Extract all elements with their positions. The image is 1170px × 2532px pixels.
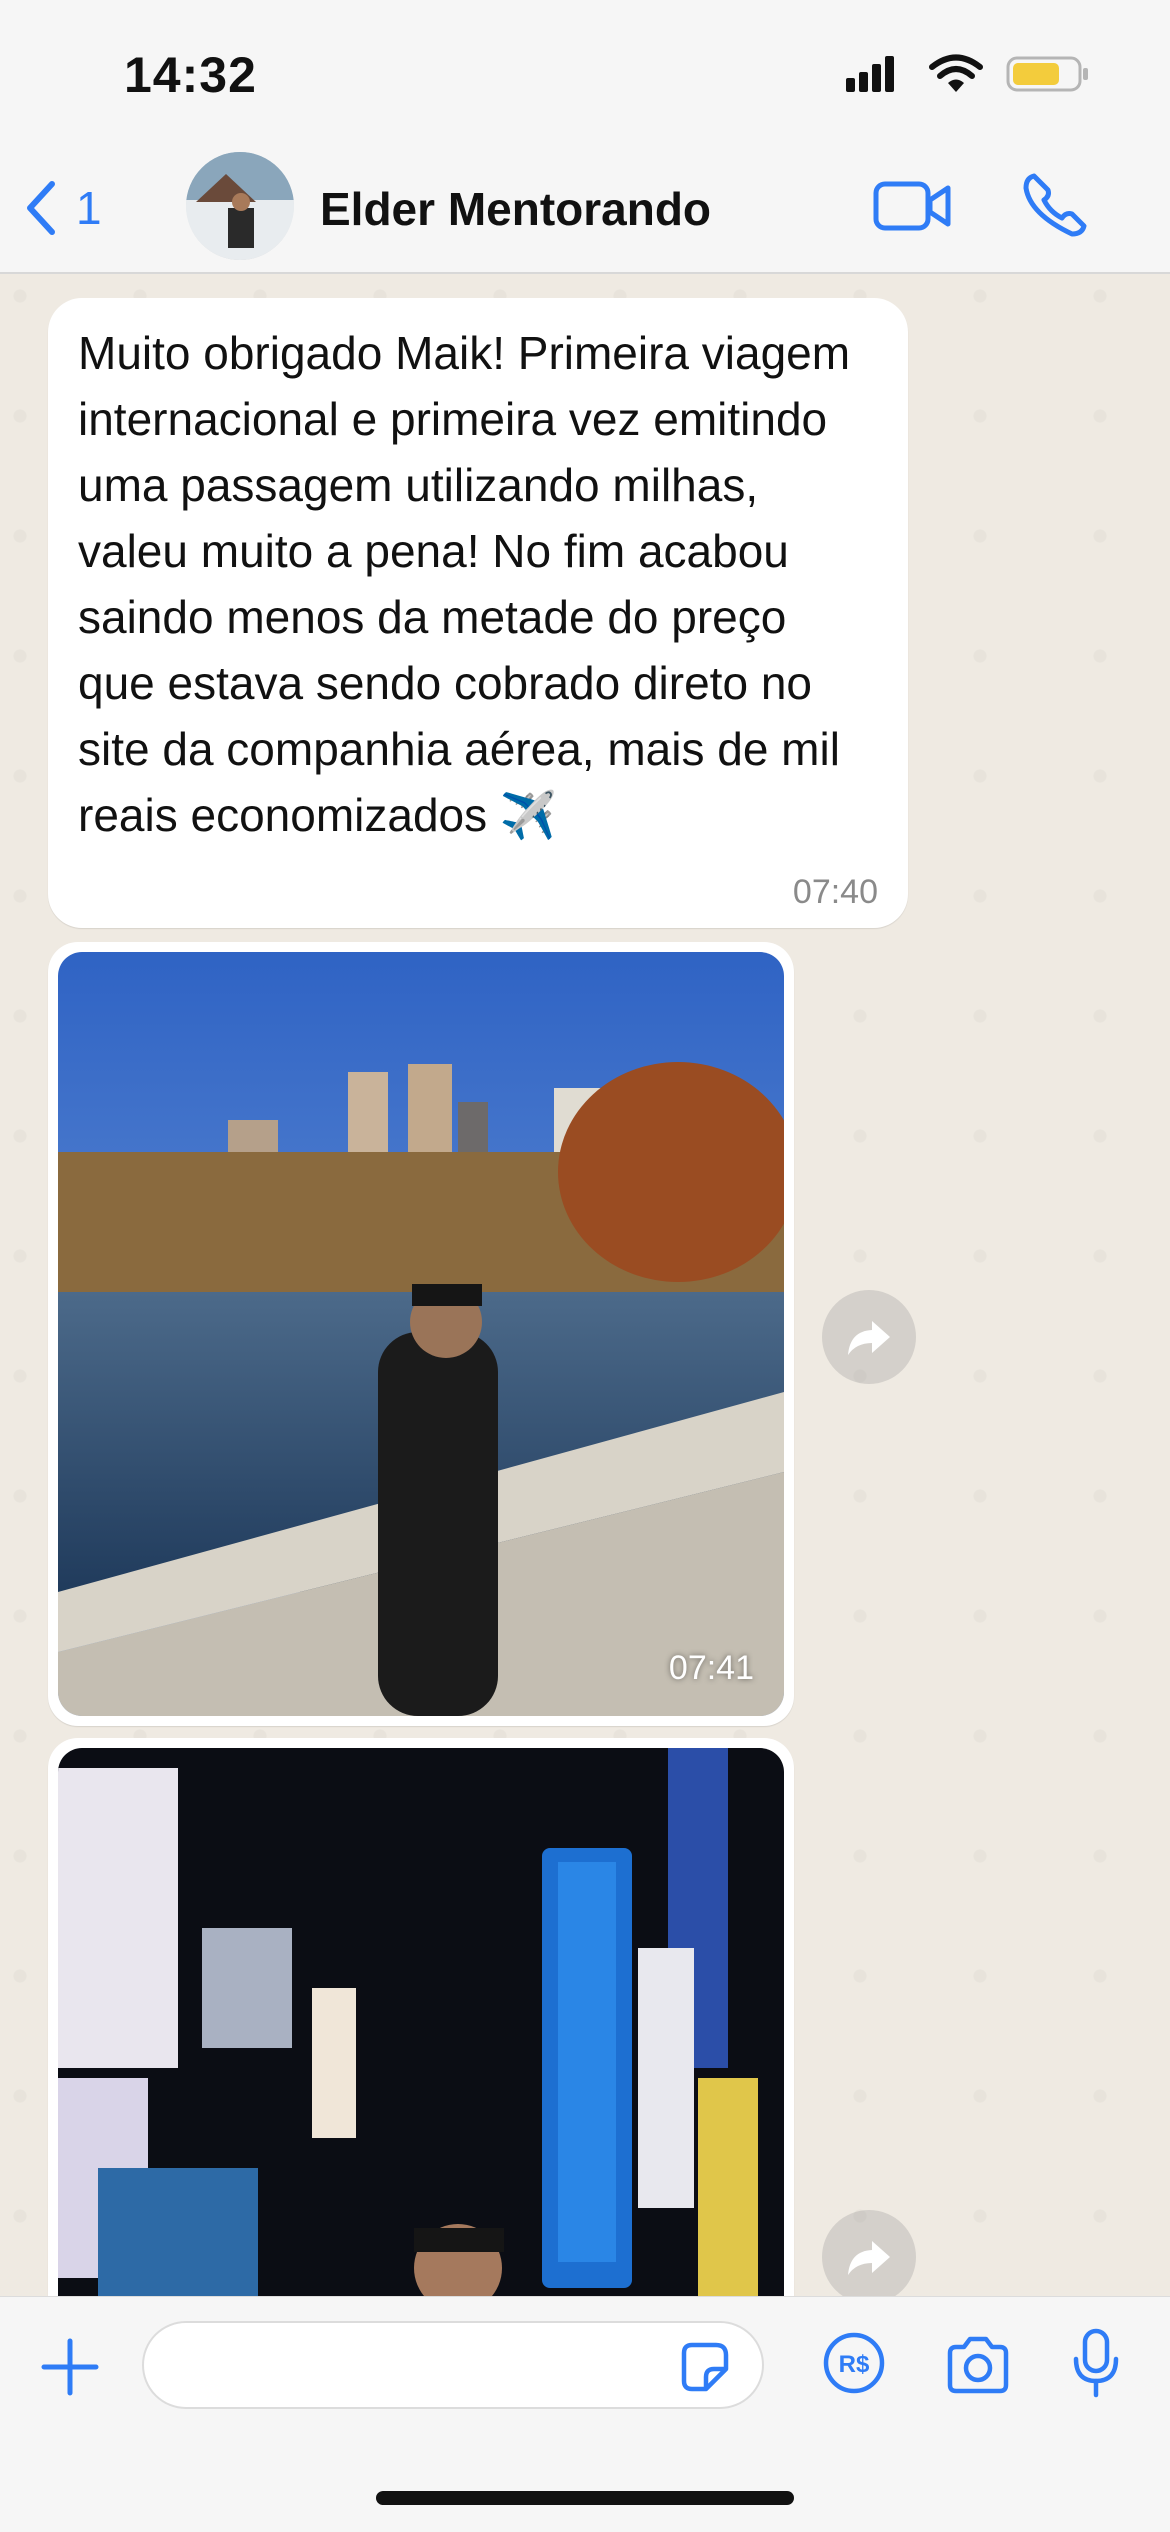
back-button[interactable]: 1 (24, 180, 102, 236)
signal-icon (846, 56, 894, 92)
status-bar: 14:32 (0, 0, 1170, 140)
sticker-icon[interactable] (676, 2339, 732, 2395)
wifi-icon (929, 54, 983, 92)
chat-area[interactable]: Muito obrigado Maik! Primeira viagem int… (0, 276, 1170, 2296)
composer-bar: R$ (0, 2296, 1170, 2532)
message-text: Muito obrigado Maik! Primeira viagem int… (78, 327, 851, 841)
contact-name[interactable]: Elder Mentorando (320, 182, 711, 236)
photo-central-park[interactable]: 07:41 (58, 952, 784, 1716)
microphone-icon[interactable] (1070, 2327, 1122, 2399)
camera-icon[interactable] (944, 2335, 1012, 2395)
forward-button[interactable] (822, 2210, 916, 2296)
forward-button[interactable] (822, 1290, 916, 1384)
payment-icon[interactable]: R$ (822, 2331, 886, 2395)
phone-call-icon[interactable] (1020, 170, 1090, 240)
chat-header: 1 Elder Mentorando (0, 140, 1170, 274)
contact-avatar[interactable] (186, 152, 294, 260)
forward-icon (848, 2241, 890, 2275)
photo-times-square[interactable] (58, 1748, 784, 2296)
chevron-left-icon (27, 181, 55, 235)
message-bubble[interactable]: Muito obrigado Maik! Primeira viagem int… (48, 298, 908, 928)
status-time: 14:32 (124, 47, 257, 103)
home-indicator (376, 2491, 794, 2505)
video-call-icon[interactable] (872, 176, 952, 236)
status-icons (846, 54, 1090, 94)
message-time: 07:40 (792, 873, 878, 911)
forward-icon (848, 1321, 890, 1355)
unread-count: 1 (76, 182, 102, 234)
image-time: 07:41 (668, 1649, 754, 1687)
image-message[interactable]: 07:41 (48, 942, 794, 1726)
svg-text:R$: R$ (839, 2351, 870, 2378)
message-input[interactable] (142, 2321, 764, 2409)
plus-icon[interactable] (38, 2335, 102, 2399)
battery-icon (1006, 56, 1088, 92)
image-message[interactable] (48, 1738, 794, 2296)
